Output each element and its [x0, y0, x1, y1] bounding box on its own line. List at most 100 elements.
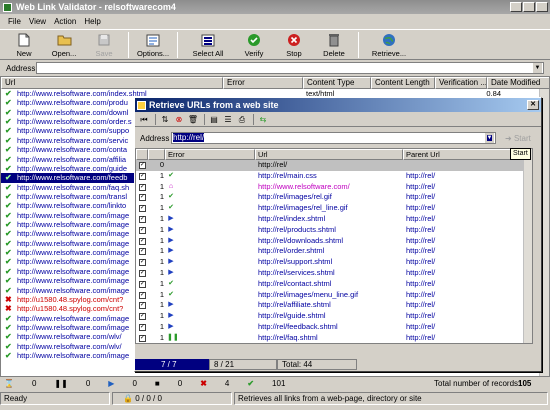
- row-checkbox[interactable]: ✓: [139, 248, 146, 256]
- retrieve-globe-icon: [382, 33, 397, 47]
- row-checkbox[interactable]: ✓: [139, 302, 146, 310]
- list-item[interactable]: ✓ 1 ▶ http://rel/feedback.shtml http://rel/: [136, 321, 532, 333]
- row-checkbox[interactable]: ✓: [139, 162, 146, 169]
- minimize-button[interactable]: [510, 2, 522, 12]
- delete-button[interactable]: Delete: [314, 30, 354, 60]
- ok-check-icon: ✔: [5, 322, 12, 332]
- list-item[interactable]: ✓ 1 ✔ http://rel/contact.shtml http://rel/: [136, 278, 532, 290]
- retrieve-button[interactable]: Retrieve...: [363, 30, 415, 60]
- ok-check-icon: ✔: [5, 98, 12, 108]
- dialog-close-button[interactable]: ✕: [527, 100, 539, 110]
- delete-icon: [327, 33, 342, 47]
- row-checkbox[interactable]: ✓: [139, 226, 146, 234]
- column-date-modified[interactable]: Date Modified: [487, 77, 549, 89]
- list-item[interactable]: ✓ 1 ▶ http://rel/index.shtml http://rel/: [136, 213, 532, 225]
- dialog-status-progress: 7 / 7: [135, 359, 209, 370]
- row-checkbox[interactable]: ✓: [139, 205, 146, 213]
- row-url: http://rel/feedback.shtml: [258, 321, 338, 331]
- dialog-address-bar: Address http://rel/ ▼ ➜ Start: [135, 131, 541, 146]
- row-url: http://rel/services.shtml: [258, 267, 335, 277]
- row-level: 1: [159, 213, 164, 223]
- row-url: http://rel/contact.shtml: [258, 278, 332, 288]
- dialog-title: Retrieve URLs from a web site: [149, 100, 279, 110]
- address-input[interactable]: ▼: [36, 62, 544, 74]
- list-item[interactable]: ✓ 1 ▶ http://rel/products.shtml http://rel/: [136, 225, 532, 236]
- list-item[interactable]: ✓ 1 ✔ http://rel/main.css http://rel/: [136, 171, 532, 182]
- ok-check-icon: ✔: [5, 276, 12, 286]
- column-level[interactable]: [148, 149, 165, 160]
- dialog-address-dropdown[interactable]: ▼: [485, 133, 494, 143]
- address-dropdown-button[interactable]: ▼: [533, 63, 542, 73]
- row-url: http://www.relsoftware.com/image: [17, 248, 130, 258]
- status-message: Retrieves all links from a web-page, dir…: [234, 392, 548, 405]
- column-error[interactable]: Error: [223, 77, 303, 89]
- menu-help[interactable]: Help: [80, 17, 104, 26]
- dialog-address-input[interactable]: http://rel/ ▼: [171, 132, 496, 144]
- row-url: http://u1580.48.spylog.com/cnt?: [17, 294, 124, 304]
- list-item[interactable]: ✓ 0 http://rel/: [136, 160, 532, 171]
- select-all-button[interactable]: Select All: [182, 30, 234, 60]
- row-checkbox[interactable]: ✓: [139, 313, 146, 321]
- list-item[interactable]: ✓ 1 ▶ http://rel/affiliate.shtml http://rel/: [136, 300, 532, 311]
- options-button[interactable]: Options...: [133, 30, 173, 60]
- row-checkbox[interactable]: ✓: [139, 280, 146, 288]
- verify-button[interactable]: Verify: [234, 30, 274, 60]
- ok-check-icon: ✔: [5, 257, 12, 267]
- menu-view[interactable]: View: [25, 17, 50, 26]
- list-item[interactable]: ✓ 1 ▶ http://rel/services.shtml http://rel/: [136, 267, 532, 279]
- toolbar-separator: [177, 32, 178, 58]
- row-url: http://rel/: [258, 160, 288, 169]
- error-x-icon: ✖: [5, 294, 12, 304]
- close-button[interactable]: [536, 2, 548, 12]
- row-checkbox[interactable]: ✓: [139, 215, 146, 223]
- row-url: http://www.relsoftware.com/image: [17, 238, 130, 248]
- row-url: http://www.relsoftware.com/downl: [17, 107, 129, 117]
- toolbar-separator: [128, 32, 129, 58]
- list-item[interactable]: ✓ 1 ✔ http://rel/images/rel_line.gif http://…: [136, 203, 532, 214]
- row-checkbox[interactable]: ✓: [139, 334, 146, 342]
- column-error[interactable]: Error: [165, 149, 255, 160]
- start-button[interactable]: ➜ Start: [501, 132, 539, 145]
- open-button[interactable]: Open...: [44, 30, 84, 60]
- stop-button[interactable]: Stop: [274, 30, 314, 60]
- list-item[interactable]: ✓ 1 ▶ http://rel/order.shtml http://rel/: [136, 246, 532, 257]
- list-item[interactable]: ✓ 1 ✔ http://rel/images/menu_line.gif http:/…: [136, 290, 532, 301]
- maximize-button[interactable]: [523, 2, 535, 12]
- new-button[interactable]: New: [4, 30, 44, 60]
- column-verification[interactable]: Verification ...: [435, 77, 487, 89]
- print-icon[interactable]: ⎙: [236, 114, 248, 125]
- list-item[interactable]: ✓ 1 ✔ http://rel/images/rel.gif http://rel/: [136, 192, 532, 203]
- column-content-type[interactable]: Content Type: [303, 77, 371, 89]
- list-item[interactable]: ✓ 1 ▶ http://rel/downloads.shtml http://rel/: [136, 236, 532, 247]
- counter-stopped: 0: [177, 378, 183, 388]
- row-checkbox[interactable]: ✓: [139, 183, 146, 191]
- counter-ok: 101: [272, 378, 286, 388]
- row-checkbox[interactable]: ✓: [139, 269, 146, 277]
- transfer-icon[interactable]: ⇆: [257, 114, 269, 125]
- delete-icon[interactable]: 🗑: [187, 114, 199, 125]
- save-button[interactable]: Save: [84, 30, 124, 60]
- column-url[interactable]: Url: [255, 149, 403, 160]
- row-checkbox[interactable]: ✓: [139, 291, 146, 299]
- column-content-length[interactable]: Content Length: [371, 77, 435, 89]
- list-icon[interactable]: ☰: [222, 114, 234, 125]
- row-checkbox[interactable]: ✓: [139, 259, 146, 267]
- back-icon[interactable]: ⏮: [138, 114, 150, 125]
- list-item[interactable]: ✓ 1 ⌂ http://www.relsoftware.com/http://rel…: [136, 182, 532, 193]
- dialog-grid-scrollbar[interactable]: [523, 149, 532, 343]
- expand-icon[interactable]: ⇅: [159, 114, 171, 125]
- column-url[interactable]: Url: [1, 77, 223, 89]
- row-checkbox[interactable]: ✓: [139, 237, 146, 245]
- column-check[interactable]: [136, 149, 148, 160]
- menu-action[interactable]: Action: [50, 17, 80, 26]
- page-icon[interactable]: ▤: [208, 114, 220, 125]
- row-checkbox[interactable]: ✓: [139, 323, 146, 331]
- menu-file[interactable]: File: [4, 17, 25, 26]
- list-item[interactable]: ✓ 1 ❚❚ http://rel/faq.shtml http://rel/: [136, 333, 532, 343]
- stop-icon[interactable]: ⊗: [173, 114, 185, 125]
- column-parent-url[interactable]: Parent Url: [403, 149, 524, 160]
- row-checkbox[interactable]: ✓: [139, 172, 146, 180]
- list-item[interactable]: ✓ 1 ▶ http://rel/guide.shtml http://rel/: [136, 311, 532, 322]
- list-item[interactable]: ✓ 1 ▶ http://rel/support.shtml http://rel/: [136, 257, 532, 268]
- row-checkbox[interactable]: ✓: [139, 194, 146, 202]
